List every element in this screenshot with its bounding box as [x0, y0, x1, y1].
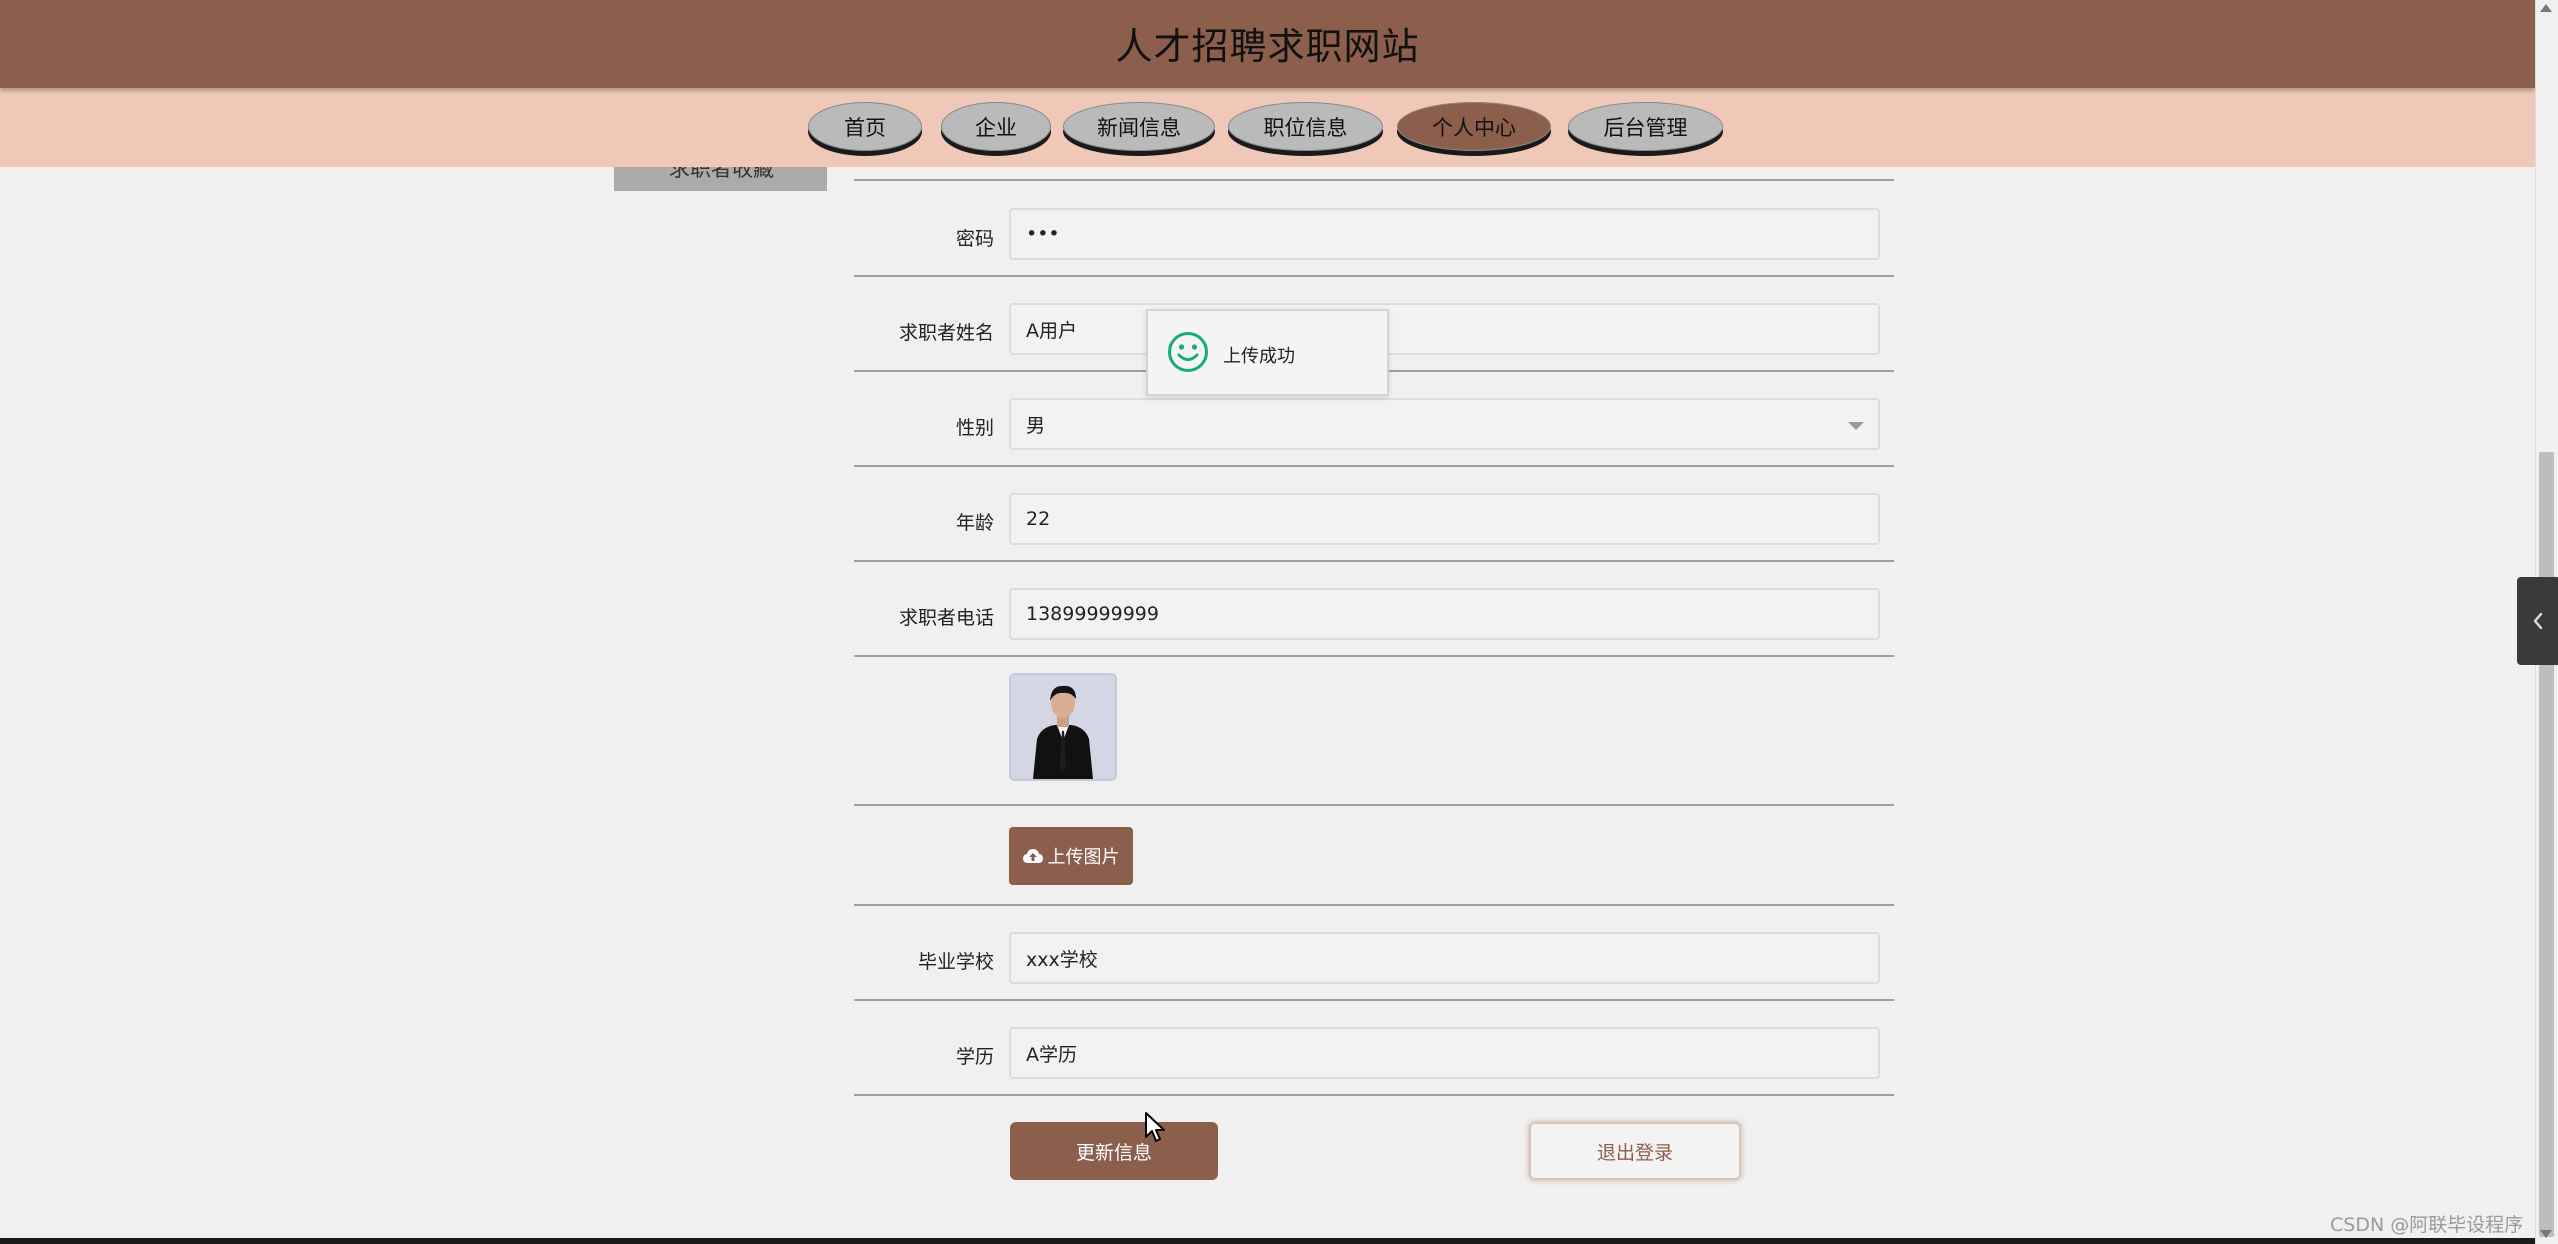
name-input[interactable]: A用户 [1009, 303, 1880, 355]
gender-select[interactable]: 男 [1009, 398, 1880, 450]
form-row-upload: 上传图片 [854, 805, 1894, 906]
side-panel-toggle[interactable] [2517, 577, 2558, 665]
nav-home[interactable]: 首页 [808, 102, 922, 151]
sidebar-item-favorites[interactable]: 求职者收藏 [614, 167, 827, 191]
avatar [1009, 673, 1117, 781]
gender-label: 性别 [955, 417, 994, 439]
gender-select-value: 男 [1026, 414, 1046, 437]
scrollbar-thumb[interactable] [2539, 452, 2554, 1237]
nav-news[interactable]: 新闻信息 [1063, 102, 1215, 151]
education-input[interactable]: A学历 [1009, 1027, 1880, 1079]
education-label: 学历 [955, 1046, 994, 1068]
main-nav: 首页 企业 新闻信息 职位信息 个人中心 后台管理 [0, 88, 2535, 167]
age-label: 年龄 [955, 512, 994, 534]
phone-label: 求职者电话 [898, 607, 994, 629]
name-label: 求职者姓名 [898, 322, 994, 344]
mouse-cursor-icon [1145, 1112, 1165, 1142]
password-label: 密码 [955, 228, 994, 250]
site-title: 人才招聘求职网站 [1115, 25, 1420, 68]
form-row-partial [854, 167, 1894, 181]
scroll-up-arrow-icon[interactable] [2540, 4, 2552, 12]
upload-success-toast: 上传成功 [1146, 309, 1389, 396]
age-input[interactable]: 22 [1009, 493, 1880, 545]
nav-admin[interactable]: 后台管理 [1568, 102, 1723, 151]
form-row-avatar [854, 656, 1894, 806]
toast-message: 上传成功 [1223, 346, 1295, 367]
password-input[interactable]: ••• [1009, 208, 1880, 260]
update-info-button[interactable]: 更新信息 [1010, 1122, 1218, 1180]
school-label: 毕业学校 [917, 951, 994, 973]
avatar-photo-icon [1011, 675, 1115, 779]
form-row-password: 密码 ••• [854, 181, 1894, 277]
upload-image-button[interactable]: 上传图片 [1009, 827, 1133, 885]
school-input[interactable]: xxx学校 [1009, 932, 1880, 984]
cloud-upload-icon [1022, 849, 1043, 863]
smile-icon [1168, 332, 1208, 372]
form-row-age: 年龄 22 [854, 466, 1894, 562]
watermark: CSDN @阿联毕设程序 [2330, 1214, 2524, 1236]
phone-input[interactable]: 13899999999 [1009, 588, 1880, 640]
form-row-school: 毕业学校 xxx学校 [854, 905, 1894, 1001]
bottom-edge-bar [0, 1238, 2535, 1244]
scroll-down-arrow-icon[interactable] [2540, 1230, 2552, 1238]
logout-button[interactable]: 退出登录 [1529, 1122, 1741, 1180]
form-row-phone: 求职者电话 13899999999 [854, 561, 1894, 657]
form-row-education: 学历 A学历 [854, 1000, 1894, 1096]
site-header: 人才招聘求职网站 [0, 0, 2535, 88]
chevron-left-icon [2533, 612, 2542, 630]
nav-personal-center[interactable]: 个人中心 [1397, 102, 1551, 151]
nav-company[interactable]: 企业 [941, 102, 1051, 151]
chevron-down-icon [1848, 422, 1864, 430]
nav-jobs[interactable]: 职位信息 [1228, 102, 1383, 151]
upload-image-label: 上传图片 [1047, 847, 1120, 868]
sidebar-item-label: 求职者收藏 [669, 167, 774, 181]
